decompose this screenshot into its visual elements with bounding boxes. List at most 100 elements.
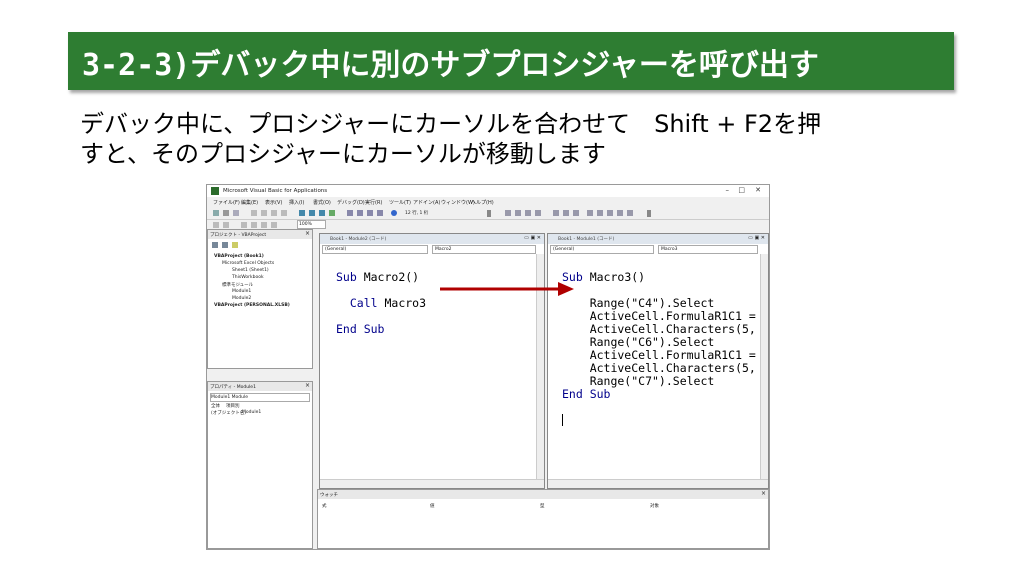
subtitle-line-2: すと、そのプロシジャーにカーソルが移動します [80,140,606,168]
find-icon[interactable] [281,210,287,216]
toggle-folders-icon[interactable] [232,242,238,248]
toolbar-icon-f[interactable] [271,222,277,228]
annotation-arrow [440,282,574,296]
list-properties-icon[interactable] [525,210,531,216]
tree-item-excel-objects[interactable]: Microsoft Excel Objects [222,261,274,266]
outdent-icon[interactable] [515,210,521,216]
code-window-module2-controls-icon[interactable]: ▭ ▣ ✕ [524,235,541,241]
run-icon[interactable] [299,210,305,216]
code-window-module1-controls-icon[interactable]: ▭ ▣ ✕ [748,235,765,241]
tree-item-vbaproject-personal[interactable]: VBAProject (PERSONAL.XLSB) [214,303,290,308]
menu-edit[interactable]: 編集(E) [241,199,258,206]
properties-row-value[interactable]: Module1 [242,410,261,415]
toolbar-icon-b[interactable] [223,222,229,228]
code-window-module2: Book1 - Module2 (コード) ▭ ▣ ✕ (General) Ma… [319,233,545,489]
properties-tab-alphabetic[interactable]: 全体 [211,403,220,409]
design-mode-icon[interactable] [329,210,335,216]
menu-view[interactable]: 表示(V) [265,199,282,206]
code-keyword: End Sub [562,387,611,401]
menu-insert[interactable]: 挿入(I) [289,199,304,206]
next-bookmark-icon[interactable] [627,210,633,216]
tree-item-sheet1[interactable]: Sheet1 (Sheet1) [232,268,269,273]
project-panel-toolbar [210,240,314,250]
bookmark-icon[interactable] [617,210,623,216]
maximize-button[interactable]: □ [738,186,745,194]
toolbar-icon-c[interactable] [241,222,247,228]
menu-tools[interactable]: ツール(T) [389,199,411,206]
insert-module-icon[interactable] [223,210,229,216]
slide-title-bar: 3-2-3)デバック中に別のサブプロシジャーを呼び出す [68,32,954,90]
properties-object-select[interactable]: Module1 Module [210,393,310,402]
tree-item-module2[interactable]: Module2 [232,296,251,301]
watch-window-title: ウォッチ [320,493,338,498]
toolbox-icon[interactable] [377,210,383,216]
toolbar-icon-e[interactable] [261,222,267,228]
object-combo[interactable]: (General) [322,245,428,254]
break-icon[interactable] [309,210,315,216]
excel-view-icon[interactable] [213,210,219,216]
menu-addins[interactable]: アドイン(A) [413,199,440,206]
properties-panel-close-icon[interactable]: × [305,382,310,389]
properties-tab-categorized[interactable]: 項目別 [226,403,240,409]
paste-icon[interactable] [271,210,277,216]
code-line: End Sub [336,323,426,336]
menu-format[interactable]: 書式(O) [313,199,331,206]
horizontal-scrollbar[interactable] [548,479,768,488]
cursor-position: 12 行, 1 桁 [405,211,429,216]
project-panel-close-icon[interactable]: × [305,230,310,237]
toolbar-icon-d[interactable] [251,222,257,228]
view-object-icon[interactable] [222,242,228,248]
vba-app-icon [211,187,219,195]
toggle-breakpoint-icon[interactable] [587,210,593,216]
watch-column-context[interactable]: 対象 [650,503,659,509]
watch-column-value[interactable]: 値 [430,503,435,509]
object-browser-icon[interactable] [367,210,373,216]
minimize-button[interactable]: – [726,186,730,194]
complete-word-icon[interactable] [573,210,579,216]
code-area-module1[interactable]: Sub Macro3() Range("C4").Select ActiveCe… [562,258,756,455]
cut-icon[interactable] [251,210,257,216]
comment-block-icon[interactable] [597,210,603,216]
menu-run[interactable]: 実行(R) [365,199,382,206]
menu-help[interactable]: ヘルプ(H) [471,199,494,206]
object-combo[interactable]: (General) [550,245,654,254]
watch-column-expression[interactable]: 式 [322,503,327,509]
code-line: Sub Macro3() [562,270,646,284]
procedure-combo[interactable]: Macro2 [432,245,536,254]
watch-column-type[interactable]: 型 [540,503,545,509]
menu-file[interactable]: ファイル(F) [213,199,240,206]
copy-icon[interactable] [261,210,267,216]
uncomment-block-icon[interactable] [607,210,613,216]
toolbar-grip-2 [647,210,651,217]
procedure-combo[interactable]: Macro3 [658,245,758,254]
toolbar-icon-a[interactable] [213,222,219,228]
code-window-module2-titlebar: Book1 - Module2 (コード) ▭ ▣ ✕ [320,234,544,244]
help-icon[interactable] [391,210,397,216]
zoom-select[interactable]: 100% [297,220,326,229]
horizontal-scrollbar[interactable] [320,479,544,488]
close-button[interactable]: ✕ [755,186,761,194]
menu-window[interactable]: ウィンドウ(W) [441,199,475,206]
tree-item-thisworkbook[interactable]: ThisWorkbook [232,275,264,280]
subtitle-line-1: デバック中に、プロシジャーにカーソルを合わせて Shift + F2を押 [80,110,822,138]
quick-info-icon[interactable] [553,210,559,216]
project-explorer-icon[interactable] [347,210,353,216]
code-area-module2[interactable]: Sub Macro2() Call Macro3 End Sub [336,258,426,362]
project-panel-title: プロジェクト - VBAProject [210,233,267,238]
menu-debug[interactable]: デバッグ(D) [337,199,365,206]
list-constants-icon[interactable] [535,210,541,216]
properties-icon[interactable] [357,210,363,216]
watch-window-close-icon[interactable]: × [761,490,766,497]
parameter-info-icon[interactable] [563,210,569,216]
tree-item-module1[interactable]: Module1 [232,289,251,294]
slide-subtitle: デバック中に、プロシジャーにカーソルを合わせて Shift + F2を押 すと、… [80,109,960,169]
tree-item-vbaproject-book1[interactable]: VBAProject (Book1) [214,254,264,259]
save-icon[interactable] [233,210,239,216]
tree-item-standard-modules[interactable]: 標準モジュール [222,282,253,288]
view-code-icon[interactable] [212,242,218,248]
indent-icon[interactable] [505,210,511,216]
code-window-module1-title: Book1 - Module1 (コード) [558,237,615,242]
code-keyword: End Sub [336,322,385,336]
reset-icon[interactable] [319,210,325,216]
vertical-scrollbar[interactable] [760,254,768,480]
